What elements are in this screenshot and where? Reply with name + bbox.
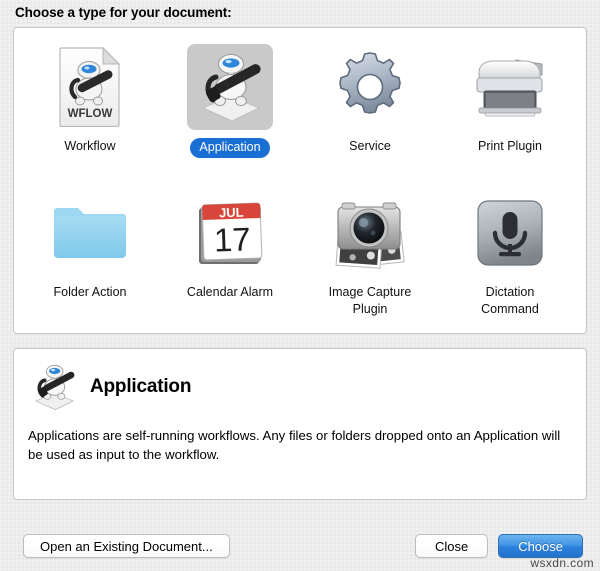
document-type-dictation-command[interactable]: Dictation Command <box>440 180 580 332</box>
document-type-label: Workflow <box>64 139 116 153</box>
document-type-label: Dictation Command <box>481 285 539 316</box>
calendar-icon: JUL 17 <box>187 190 273 276</box>
open-existing-document-button[interactable]: Open an Existing Document... <box>23 534 230 558</box>
document-type-label: Service <box>349 139 391 153</box>
document-type-folder-action[interactable]: Folder Action <box>20 180 160 332</box>
document-type-grid-panel: WFLOW Workflow Application Service Print… <box>13 27 587 334</box>
dialog-footer: Open an Existing Document... Close Choos… <box>13 529 587 563</box>
application-robot-icon <box>187 44 273 130</box>
document-type-print-plugin[interactable]: Print Plugin <box>440 34 580 180</box>
description-body: Applications are self-running workflows.… <box>28 428 561 462</box>
close-button[interactable]: Close <box>414 534 489 558</box>
document-type-grid: WFLOW Workflow Application Service Print… <box>20 34 580 332</box>
page-title: Choose a type for your document: <box>15 5 232 20</box>
document-type-service[interactable]: Service <box>300 34 440 180</box>
choose-button[interactable]: Choose <box>498 534 583 558</box>
document-type-image-capture-plugin[interactable]: Image Capture Plugin <box>300 180 440 332</box>
document-type-label: Print Plugin <box>478 139 542 153</box>
document-type-chooser-dialog: Choose a type for your document: WFLOW W… <box>0 0 600 571</box>
folder-icon <box>47 190 133 276</box>
microphone-icon <box>467 190 553 276</box>
gear-icon <box>327 44 413 130</box>
document-type-workflow[interactable]: WFLOW Workflow <box>20 34 160 180</box>
printer-icon <box>467 44 553 130</box>
calendar-month-text: JUL <box>219 205 244 221</box>
document-type-label: Image Capture Plugin <box>328 285 412 316</box>
camera-icon <box>327 190 413 276</box>
workflow-extension-text: WFLOW <box>68 108 113 120</box>
document-type-label: Calendar Alarm <box>186 285 274 299</box>
description-title: Application <box>90 376 192 397</box>
description-panel: Application Applications are self-runnin… <box>13 348 587 500</box>
application-robot-icon <box>28 361 80 413</box>
document-type-application[interactable]: Application <box>160 34 300 180</box>
workflow-document-icon: WFLOW <box>47 44 133 130</box>
document-type-label: Application <box>190 138 270 158</box>
description-header: Application <box>28 362 570 412</box>
calendar-day-text: 17 <box>213 220 251 258</box>
document-type-label: Folder Action <box>53 285 127 299</box>
document-type-calendar-alarm[interactable]: JUL 17 Calendar Alarm <box>160 180 300 332</box>
